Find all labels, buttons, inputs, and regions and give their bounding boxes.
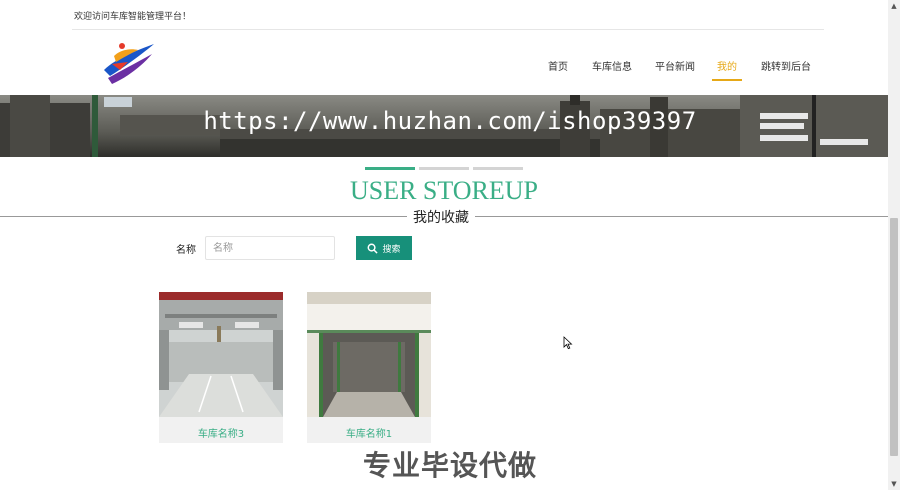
search-input[interactable] — [205, 236, 335, 260]
top-bar: 欢迎访问车库智能管理平台！ — [0, 0, 888, 30]
nav-backend[interactable]: 跳转到后台 — [761, 58, 811, 79]
header: 首页 车库信息 平台新闻 我的 跳转到后台 — [0, 30, 888, 95]
search-label: 名称 — [176, 245, 196, 256]
mouse-cursor-icon — [563, 336, 573, 350]
storeup-card[interactable]: 车库名称1 — [307, 292, 431, 443]
carousel-dot[interactable] — [473, 167, 523, 170]
main-nav: 首页 车库信息 平台新闻 我的 跳转到后台 — [0, 58, 888, 81]
carousel-indicators — [365, 167, 525, 171]
carousel-dot[interactable] — [365, 167, 415, 170]
nav-home[interactable]: 首页 — [548, 58, 568, 79]
scroll-down-arrow-icon[interactable]: ▼ — [888, 478, 900, 490]
storeup-card[interactable]: 车库名称3 — [159, 292, 283, 443]
scroll-up-arrow-icon[interactable]: ▲ — [888, 0, 900, 12]
garage-image — [159, 292, 283, 417]
nav-mine[interactable]: 我的 — [712, 58, 742, 81]
vertical-scrollbar[interactable]: ▲ ▼ — [888, 0, 900, 490]
search-button[interactable]: 搜索 — [356, 236, 412, 260]
banner-overlay-text: https://www.huzhan.com/ishop39397 — [203, 107, 697, 135]
nav-platform-news[interactable]: 平台新闻 — [655, 58, 695, 79]
welcome-text: 欢迎访问车库智能管理平台！ — [74, 12, 192, 22]
search-icon — [368, 243, 379, 254]
nav-garage-info[interactable]: 车库信息 — [592, 58, 632, 79]
card-name[interactable]: 车库名称1 — [307, 425, 431, 440]
card-name[interactable]: 车库名称3 — [159, 425, 283, 440]
watermark-text: 专业毕设代做 — [362, 449, 537, 482]
garage-image — [307, 292, 431, 417]
section-title: USER STOREUP — [349, 176, 539, 205]
carousel-dot[interactable] — [419, 167, 469, 170]
search-button-label: 搜索 — [382, 244, 401, 255]
section-subtitle: 我的收藏 — [407, 207, 475, 227]
scrollbar-thumb[interactable] — [890, 218, 898, 456]
banner: https://www.huzhan.com/ishop39397 — [0, 95, 888, 157]
